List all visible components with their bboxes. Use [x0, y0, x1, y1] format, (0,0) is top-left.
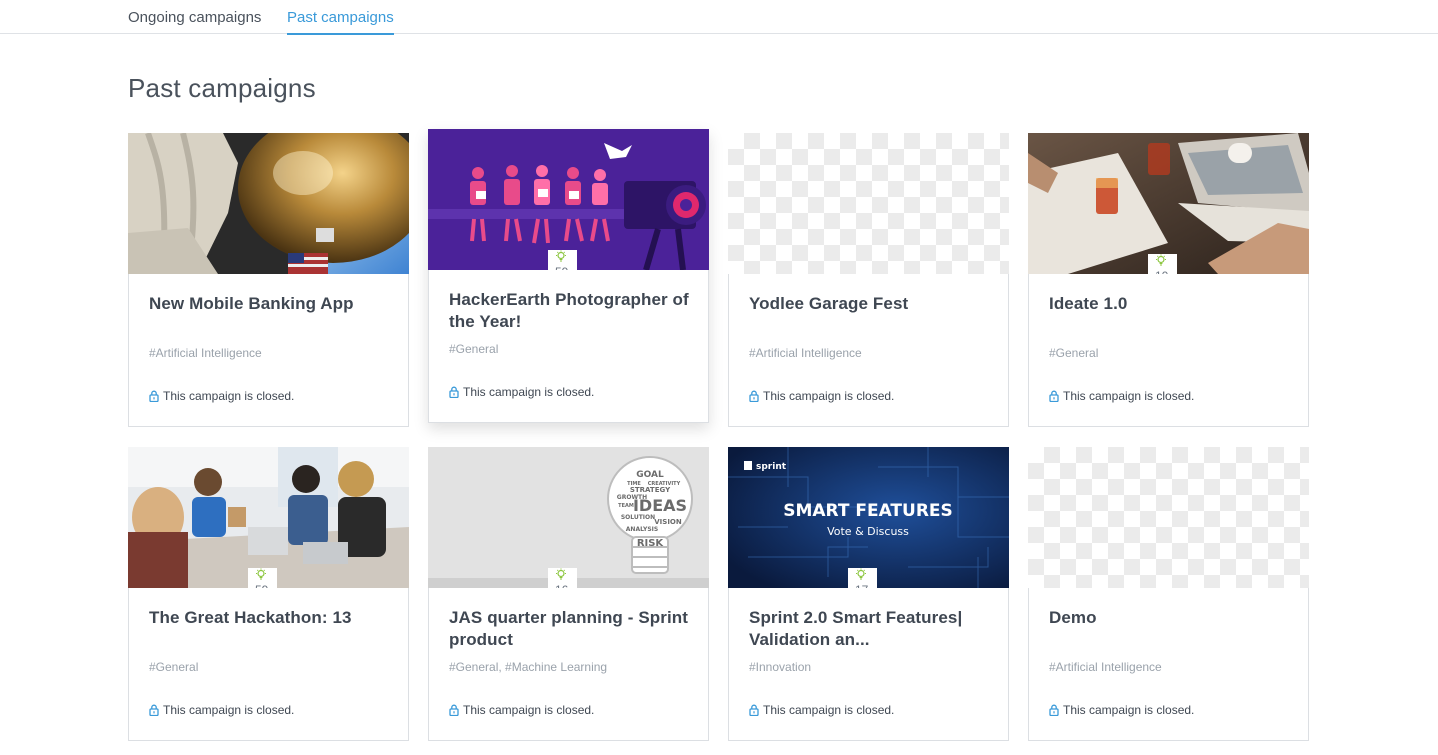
campaign-card[interactable]: 10 Ideate 1.0 #General This campaign is … [1028, 133, 1309, 427]
campaign-status-text: This campaign is closed. [763, 703, 895, 717]
idea-count-badge: 59 [248, 568, 277, 588]
lock-icon [1049, 390, 1059, 403]
campaign-status-text: This campaign is closed. [463, 703, 595, 717]
lightbulb-icon [256, 568, 266, 580]
campaign-tags: #General [1049, 346, 1099, 360]
campaign-image-placeholder [1028, 447, 1309, 588]
campaign-image-lightbulb-ideas: GOAL TIME CREATIVITY STRATEGY GROWTH IDE… [428, 447, 709, 588]
image-word: VISION [654, 518, 682, 526]
campaign-card[interactable]: GOAL TIME CREATIVITY STRATEGY GROWTH IDE… [428, 447, 709, 741]
campaign-tags: #General [449, 342, 499, 356]
campaign-title[interactable]: JAS quarter planning - Sprint product [449, 607, 689, 651]
lock-icon [449, 386, 459, 399]
banner-headline: SMART FEATURES [783, 501, 953, 521]
image-word: ANALYSIS [626, 526, 658, 533]
campaign-title[interactable]: The Great Hackathon: 13 [149, 607, 389, 629]
campaign-title[interactable]: Yodlee Garage Fest [749, 293, 989, 315]
campaign-image-placeholder [728, 133, 1009, 274]
idea-count-badge: 16 [548, 568, 577, 588]
campaign-tabs: Ongoing campaigns Past campaigns [0, 0, 1438, 35]
idea-count-badge: 17 [848, 568, 877, 588]
campaign-image-astronaut [128, 133, 409, 274]
campaign-status: This campaign is closed. [449, 703, 594, 717]
campaign-image-workspace: 10 [1028, 133, 1309, 274]
campaign-tags: #Innovation [749, 660, 812, 674]
idea-count-badge: 10 [1148, 254, 1177, 274]
lightbulb-icon [556, 250, 566, 262]
page-title: Past campaigns [128, 73, 316, 103]
image-word: SOLUTION [621, 514, 655, 521]
campaign-status: This campaign is closed. [749, 703, 894, 717]
campaign-tags: #Artificial Intelligence [749, 346, 862, 360]
campaign-status: This campaign is closed. [449, 385, 594, 399]
image-word: GOAL [636, 470, 664, 480]
campaign-tags: #General [149, 660, 199, 674]
idea-count: 10 [1155, 269, 1168, 274]
campaign-title[interactable]: Sprint 2.0 Smart Features| Validation an… [749, 607, 989, 651]
lock-icon [1049, 704, 1059, 717]
campaign-tags: #General, #Machine Learning [449, 660, 608, 674]
campaign-title[interactable]: New Mobile Banking App [149, 293, 389, 315]
tab-past-campaigns[interactable]: Past campaigns [287, 9, 394, 35]
campaign-status: This campaign is closed. [1049, 389, 1194, 403]
campaign-tags: #Artificial Intelligence [149, 346, 262, 360]
campaign-card[interactable]: Yodlee Garage Fest #Artificial Intellige… [728, 133, 1009, 427]
campaign-tags: #Artificial Intelligence [1049, 660, 1162, 674]
idea-count: 16 [555, 583, 568, 588]
idea-count: 59 [555, 265, 568, 270]
tab-ongoing-campaigns[interactable]: Ongoing campaigns [128, 9, 261, 32]
lightbulb-icon [856, 568, 866, 580]
campaign-title[interactable]: Ideate 1.0 [1049, 293, 1289, 315]
campaign-card[interactable]: sprint SMART FEATURES Vote & Discuss 17 … [728, 447, 1009, 741]
campaign-status: This campaign is closed. [749, 389, 894, 403]
campaign-status-text: This campaign is closed. [163, 703, 295, 717]
campaign-status-text: This campaign is closed. [463, 385, 595, 399]
lock-icon [149, 704, 159, 717]
campaign-card[interactable]: New Mobile Banking App #Artificial Intel… [128, 133, 409, 427]
idea-count: 17 [855, 583, 868, 588]
lightbulb-icon [1156, 254, 1166, 266]
idea-count-badge: 59 [548, 250, 577, 270]
image-word: IDEAS [633, 496, 687, 515]
image-word: RISK [637, 538, 665, 549]
campaign-status-text: This campaign is closed. [763, 389, 895, 403]
campaign-status: This campaign is closed. [149, 703, 294, 717]
campaign-card[interactable]: 59 The Great Hackathon: 13 #General This… [128, 447, 409, 741]
campaign-status-text: This campaign is closed. [163, 389, 295, 403]
image-word: TEAM [618, 503, 634, 509]
campaign-image-smart-features: sprint SMART FEATURES Vote & Discuss 17 [728, 447, 1009, 588]
campaign-status-text: This campaign is closed. [1063, 703, 1195, 717]
lightbulb-icon [556, 568, 566, 580]
lock-icon [749, 390, 759, 403]
campaign-image-people-illustration: 59 [428, 129, 709, 270]
banner-brand: sprint [756, 462, 787, 472]
campaign-card[interactable]: Demo #Artificial Intelligence This campa… [1028, 447, 1309, 741]
lock-icon [749, 704, 759, 717]
campaign-title[interactable]: HackerEarth Photographer of the Year! [449, 289, 689, 333]
campaign-status: This campaign is closed. [149, 389, 294, 403]
lock-icon [149, 390, 159, 403]
image-word: STRATEGY [630, 486, 671, 494]
campaign-status: This campaign is closed. [1049, 703, 1194, 717]
campaign-title[interactable]: Demo [1049, 607, 1289, 629]
idea-count: 59 [255, 583, 268, 588]
banner-subline: Vote & Discuss [827, 525, 909, 538]
campaign-image-team: 59 [128, 447, 409, 588]
campaign-status-text: This campaign is closed. [1063, 389, 1195, 403]
lock-icon [449, 704, 459, 717]
campaign-card[interactable]: 59 HackerEarth Photographer of the Year!… [428, 129, 709, 423]
